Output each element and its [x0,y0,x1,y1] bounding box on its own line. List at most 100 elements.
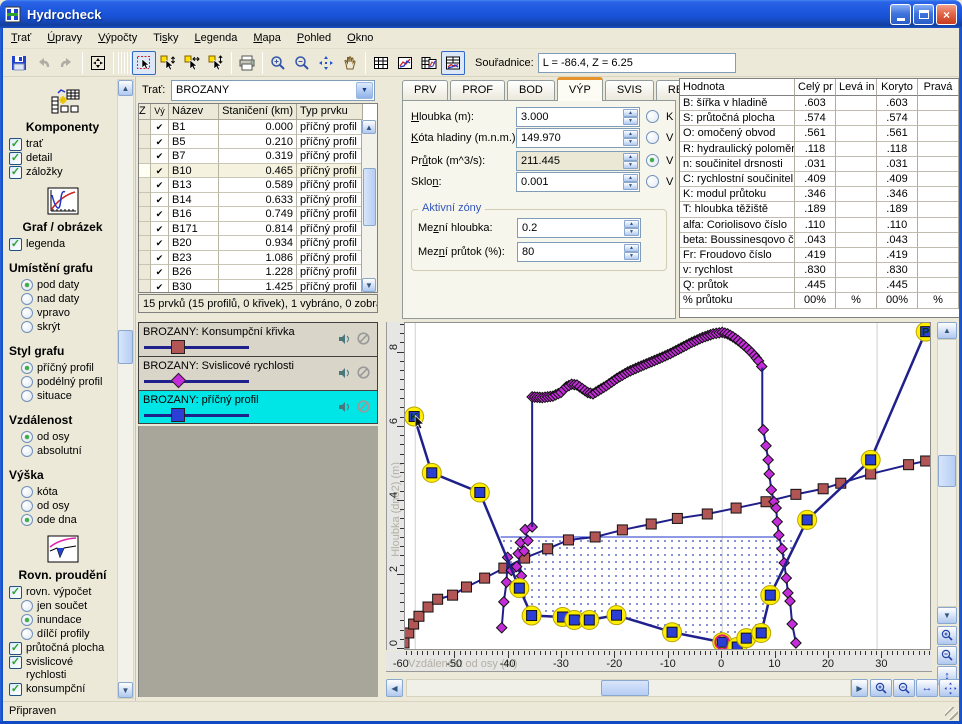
point-move-y-button[interactable] [204,51,228,75]
cell-visible-check[interactable]: ✔ [151,164,169,179]
show-graph-button[interactable] [393,51,417,75]
column-header-prava[interactable]: Pravá [918,79,959,96]
select-tool-button[interactable] [132,51,156,75]
table-row-b30[interactable]: ✔B301.425příčný profil [139,280,377,294]
menu-mapa[interactable]: Mapa [245,29,289,48]
hand-pan-button[interactable] [338,51,362,75]
checkbox-prutocna-plocha[interactable]: ✓průtočná plocha [9,642,116,655]
radio-absolutni[interactable]: absolutní [21,445,116,458]
input-hloubka-m[interactable]: 3.000▲▼ [516,107,640,127]
undo-button[interactable] [31,51,55,75]
resize-grip[interactable] [945,707,958,720]
chart-horizontal-scrollbar[interactable]: ◀ ▶ ↔ [386,679,958,697]
menu-okno[interactable]: Okno [339,29,381,48]
scroll-thumb[interactable] [363,168,376,226]
sound-icon[interactable] [337,332,351,349]
checkbox-konsumpcni[interactable]: ✓konsumpční [9,683,116,696]
pan-arrows-button[interactable] [314,51,338,75]
cell-visible-check[interactable]: ✔ [151,265,169,280]
chevron-down-icon[interactable]: ▼ [356,82,373,99]
column-header-cely-pr[interactable]: Celý pr [795,79,836,96]
cell-visible-check[interactable]: ✔ [151,222,169,237]
table-row-b13[interactable]: ✔B130.589příčný profil [139,178,377,193]
point-move-button[interactable] [156,51,180,75]
cell-visible-check[interactable]: ✔ [151,251,169,266]
radio-nad-daty[interactable]: nad daty [21,293,116,306]
plot-area[interactable]: KP [404,322,931,650]
column-header-leva-in[interactable]: Levá in [836,79,877,96]
column-header-typ-prvku[interactable]: Typ prvku [297,104,363,120]
table-row-b26[interactable]: ✔B261.228příčný profil [139,265,377,280]
tab-svis[interactable]: SVIS [605,80,654,101]
column-header-hodnota[interactable]: Hodnota [680,79,795,96]
radio-prutok-m-3-s[interactable]: V [646,154,673,167]
maximize-button[interactable] [913,4,934,25]
radio-ode-dna[interactable]: ode dna [21,514,116,527]
fit-view-button[interactable] [86,51,110,75]
input-sklon[interactable]: 0.001▲▼ [516,172,640,192]
show-table-button[interactable] [369,51,393,75]
scroll-right-icon[interactable]: ▶ [851,679,868,697]
radio-inundace[interactable]: inundace [21,614,116,627]
radio-kota-hladiny-m-n-m[interactable]: V [646,131,673,144]
radio-kota[interactable]: kóta [21,486,116,499]
input-mezni-hloubka[interactable]: 0.2▲▼ [517,218,641,238]
sound-icon[interactable] [337,366,351,383]
tab-prof[interactable]: PROF [450,80,505,101]
spinner[interactable]: ▲▼ [623,109,638,125]
input-prutok-m-3-s[interactable]: 211.445▲▼ [516,151,640,171]
radio-od-osy[interactable]: od osy [21,431,116,444]
zoom-in-y-icon[interactable] [937,626,957,645]
radio-situace[interactable]: situace [21,390,116,403]
column-header-staniceni-km[interactable]: Staničení (km) [219,104,297,120]
redo-button[interactable] [55,51,79,75]
table-scrollbar[interactable]: ▲ ▼ [361,120,377,292]
cell-visible-check[interactable]: ✔ [151,207,169,222]
scroll-down-icon[interactable]: ▼ [937,607,957,624]
pan-all-icon[interactable] [939,679,959,697]
scroll-thumb[interactable] [601,680,649,696]
radio-od-osy[interactable]: od osy [21,500,116,513]
disable-icon[interactable] [357,366,370,382]
disable-icon[interactable] [357,332,370,348]
radio-jen-soucet[interactable]: jen součet [21,600,116,613]
column-header-nazev[interactable]: Název [169,104,219,120]
scroll-down-icon[interactable]: ▼ [362,278,376,292]
table-row-b171[interactable]: ✔B1710.814příčný profil [139,222,377,237]
column-header-z[interactable]: Z [139,104,151,120]
table-row-b14[interactable]: ✔B140.633příčný profil [139,193,377,208]
minimize-button[interactable] [890,4,911,25]
spinner[interactable]: ▲▼ [623,130,638,146]
show-table-graph-button[interactable] [417,51,441,75]
legend-item-brozany-konsumpcni-krivka[interactable]: BROZANY: Konsumpční křivka [138,322,378,356]
radio-skryt[interactable]: skrýt [21,321,116,334]
zoom-out-y-icon[interactable] [937,646,957,665]
table-row-b23[interactable]: ✔B231.086příčný profil [139,251,377,266]
checkbox-svislicove-rychlosti[interactable]: ✓svislicové rychlosti [9,656,116,682]
table-row-b1[interactable]: ✔B10.000příčný profil [139,120,377,135]
tab-bod[interactable]: BOD [507,80,555,101]
cell-visible-check[interactable]: ✔ [151,280,169,294]
checkbox-legenda[interactable]: ✓legenda [9,238,116,251]
scroll-thumb[interactable] [118,330,133,364]
zoom-out-button[interactable] [290,51,314,75]
radio-vpravo[interactable]: vpravo [21,307,116,320]
cell-visible-check[interactable]: ✔ [151,120,169,135]
column-header-koryto[interactable]: Koryto [877,79,918,96]
cell-visible-check[interactable]: ✔ [151,193,169,208]
menu-upravy[interactable]: Úpravy [39,29,90,48]
cell-visible-check[interactable]: ✔ [151,178,169,193]
chart-vertical-scrollbar[interactable]: ▲ ▼ ↕ [937,322,957,685]
menu-pohled[interactable]: Pohled [289,29,339,48]
legend-item-brozany-svislicove-rychlosti[interactable]: BROZANY: Svislicové rychlosti [138,356,378,390]
coordinates-field[interactable]: L = -86.4, Z = 6.25 [538,53,736,73]
scroll-up-icon[interactable]: ▲ [937,322,957,339]
column-header-vy[interactable]: Vý [151,104,169,120]
show-table-graph2-button[interactable] [441,51,465,75]
zoom-out-x-icon[interactable] [893,679,915,697]
checkbox-detail[interactable]: ✓detail [9,152,116,165]
sidebar-scrollbar[interactable]: ▲ ▼ [117,79,134,699]
menu-vypocty[interactable]: Výpočty [90,29,145,48]
scroll-up-icon[interactable]: ▲ [362,120,376,134]
point-move-x-button[interactable] [180,51,204,75]
